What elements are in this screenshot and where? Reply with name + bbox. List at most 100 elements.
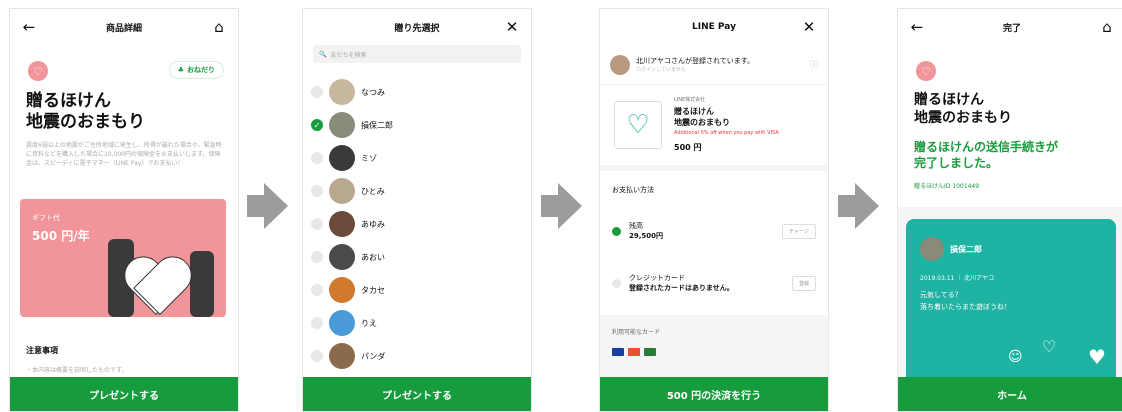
friend-row[interactable]: あおい [311, 244, 385, 270]
radio-unselected[interactable] [311, 317, 323, 329]
onedari-button[interactable]: ♣ おねだり [168, 61, 224, 79]
pay-button[interactable]: 500 円の決済を行う [600, 377, 828, 411]
friend-name: あゆみ [361, 219, 385, 229]
friend-name: あおい [361, 252, 385, 262]
home-icon[interactable]: ⌂ [210, 19, 228, 35]
avatar [329, 211, 355, 237]
notes-title: 注意事項 [26, 346, 58, 355]
back-arrow-icon[interactable]: ← [20, 19, 38, 35]
header-title: 贈り先選択 [394, 23, 440, 34]
account-text: 北川アヤコさんが登録されています。 [636, 57, 755, 65]
credit-label: クレジットカード [629, 274, 685, 282]
message-card: 損保二郎 2019.03.11 ｜ 北川アヤコ 元気してる？ 落ち着いたらまた遊ぼ… [906, 219, 1116, 389]
search-input[interactable]: 🔍 友だちを検索 [313, 45, 521, 63]
visa-icon [612, 348, 624, 356]
friend-name: なつみ [361, 87, 385, 97]
product-logo: ♡ [614, 101, 662, 149]
avatar [329, 343, 355, 369]
radio-unselected[interactable] [311, 218, 323, 230]
recipient-name: 損保二郎 [950, 244, 982, 254]
header: ← 完了 ⌂ [898, 9, 1122, 45]
radio-unselected[interactable] [311, 251, 323, 263]
radio-selected[interactable]: ✓ [311, 119, 323, 131]
charge-button[interactable]: チャージ [782, 223, 816, 239]
merchant-name: LINE株式会社 [674, 97, 706, 103]
avatar [329, 145, 355, 171]
radio-unselected[interactable] [311, 152, 323, 164]
product-info: LINE株式会社 贈るほけん 地震のおまもり Additional 5% off… [674, 95, 779, 153]
back-arrow-icon[interactable]: ← [908, 19, 926, 35]
friend-row[interactable]: あゆみ [311, 211, 385, 237]
friend-row[interactable]: タカセ [311, 277, 385, 303]
divider [600, 165, 828, 171]
credit-sub: 登録されたカードはありません。 [629, 284, 734, 292]
home-icon[interactable]: ⌂ [1098, 19, 1116, 35]
friend-row[interactable]: ひとみ [311, 178, 385, 204]
close-icon[interactable]: ✕ [503, 19, 521, 35]
present-button[interactable]: プレゼントする [303, 377, 531, 411]
avatar [329, 79, 355, 105]
friend-row[interactable]: パンダ [311, 343, 385, 369]
home-button[interactable]: ホーム [898, 377, 1122, 411]
title-line1: 贈るほけん [26, 91, 111, 111]
jcb-icon [644, 348, 656, 356]
friend-name: 損保二郎 [361, 120, 393, 130]
radio-unselected[interactable] [311, 284, 323, 296]
recipient-select-screen: 贈り先選択 ✕ 🔍 友だちを検索 なつみ ✓ 損保二郎ミゾひとみあゆみあおいタカセりえ… [302, 8, 532, 412]
gift-icon: ♣ [177, 66, 184, 74]
radio-unselected[interactable] [311, 185, 323, 197]
product-detail-screen: ← 商品詳細 ⌂ ♡ ♣ おねだり 贈るほけん 地震のおまもり 震度6弱以上の地震が… [9, 8, 239, 412]
credit-card-option[interactable]: クレジットカード登録されたカードはありません。 登録 [612, 273, 816, 293]
friend-name: りえ [361, 318, 377, 328]
account-row[interactable]: 北川アヤコさんが登録されています。 ログインしていません ⓘ [600, 45, 828, 85]
header: ← 商品詳細 ⌂ [10, 9, 238, 45]
avatar [329, 244, 355, 270]
product-title: 贈るほけん地震のおまもり [914, 91, 1012, 127]
avatar [610, 54, 630, 75]
onedari-label: おねだり [187, 66, 215, 74]
avatar [920, 237, 944, 261]
avatar [329, 112, 355, 138]
product-title: 贈るほけん 地震のおまもり [26, 91, 145, 133]
friend-row[interactable]: ミゾ [311, 145, 377, 171]
radio-unselected[interactable] [612, 278, 621, 288]
mastercard-icon [628, 348, 640, 356]
avatar [329, 277, 355, 303]
balance-label: 残高 [629, 222, 643, 230]
friend-name: ひとみ [361, 186, 385, 196]
friend-row[interactable]: りえ [311, 310, 377, 336]
friend-name: パンダ [361, 351, 386, 361]
gift-amount: 500 円/年 [32, 229, 90, 243]
friend-name: ミゾ [361, 153, 377, 163]
line-pay-screen: LINE Pay ✕ 北川アヤコさんが登録されています。 ログインしていません ⓘ… [599, 8, 829, 412]
character-sticker-icon: ☺ [1008, 349, 1023, 365]
payment-method-label: お支払い方法 [612, 186, 654, 194]
message-line2: 落ち着いたらまた遊ぼうね！ [920, 303, 1011, 311]
balance-option[interactable]: 残高 29,500円 チャージ [612, 221, 816, 241]
available-cards-section: 利用可能なカード [600, 315, 828, 379]
present-button[interactable]: プレゼントする [10, 377, 238, 411]
notes-text: ・本内容は概要を説明したものです。 [26, 367, 128, 374]
price: 500 円 [674, 143, 702, 152]
message-meta: 2019.03.11 ｜ 北川アヤコ [920, 275, 995, 282]
avatar [329, 178, 355, 204]
info-icon[interactable]: ⓘ [810, 59, 818, 70]
close-icon[interactable]: ✕ [800, 19, 818, 35]
radio-unselected[interactable] [311, 350, 323, 362]
message-line1: 元気してる？ [920, 291, 962, 299]
register-button[interactable]: 登録 [791, 275, 816, 291]
search-placeholder: 友だちを検索 [330, 51, 367, 59]
radio-selected[interactable] [612, 226, 621, 236]
title-line2: 地震のおまもり [914, 110, 1012, 126]
gift-label: ギフト代 [32, 214, 60, 222]
done-line2: 完了しました。 [914, 156, 999, 170]
friend-row[interactable]: なつみ [311, 79, 385, 105]
product-line2: 地震のおまもり [674, 118, 730, 127]
product-line1: 贈るほけん [674, 107, 714, 116]
available-cards-label: 利用可能なカード [612, 329, 661, 336]
illustration-woman [190, 251, 214, 317]
card-logos [612, 341, 660, 360]
friend-row[interactable]: ✓ 損保二郎 [311, 112, 393, 138]
radio-unselected[interactable] [311, 86, 323, 98]
title-line1: 贈るほけん [914, 92, 984, 108]
